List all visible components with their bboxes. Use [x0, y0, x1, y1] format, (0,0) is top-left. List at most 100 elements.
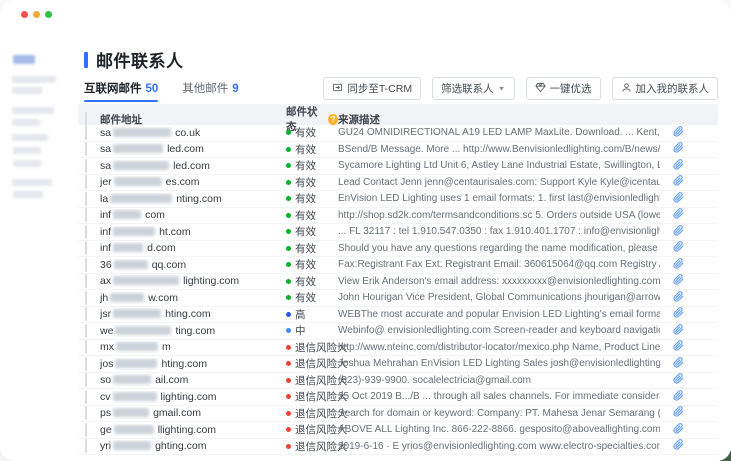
link-paperclip-icon[interactable] — [673, 406, 684, 417]
link-paperclip-icon[interactable] — [673, 126, 684, 137]
source-description-cell: 2019-6-16 · E yrios@envisionledlighting.… — [338, 441, 660, 452]
sidebar-item-blurred[interactable] — [12, 87, 42, 94]
row-checkbox[interactable] — [85, 390, 87, 404]
source-description-cell: Webinfo@ envisionledlighting.com Screen-… — [338, 325, 660, 336]
help-icon[interactable]: ? — [328, 114, 338, 125]
status-label: 有效 — [295, 191, 316, 206]
row-checkbox[interactable] — [85, 373, 87, 387]
status-label: 有效 — [295, 208, 316, 223]
sidebar-item-blurred[interactable] — [13, 147, 41, 154]
maximize-window-button[interactable] — [45, 11, 52, 18]
person-add-icon — [621, 82, 632, 96]
table-row: axlighting.com 有效 View Erik Anderson's e… — [78, 274, 718, 291]
table-row: 36qq.com 有效 Fax:Registrant Fax Ext: Regi… — [78, 257, 718, 274]
sidebar-item-blurred[interactable] — [12, 134, 48, 141]
row-checkbox[interactable] — [85, 258, 87, 272]
link-paperclip-icon[interactable] — [673, 225, 684, 236]
link-paperclip-icon[interactable] — [673, 324, 684, 335]
row-checkbox[interactable] — [85, 126, 87, 140]
sidebar-item-blurred[interactable] — [12, 119, 40, 126]
row-checkbox[interactable] — [85, 423, 87, 437]
email-status-cell: 退信风险大 — [280, 389, 338, 404]
filter-contacts-button[interactable]: 筛选联系人 ▼ — [432, 77, 514, 100]
tab-internet-mail[interactable]: 互联网邮件50 — [84, 80, 158, 102]
row-checkbox[interactable] — [85, 406, 87, 420]
link-paperclip-icon[interactable] — [673, 291, 684, 302]
row-checkbox[interactable] — [85, 192, 87, 206]
row-checkbox[interactable] — [85, 324, 87, 338]
status-label: 有效 — [295, 290, 316, 305]
email-address-cell: soail.com — [100, 374, 280, 386]
column-header-email: 邮件地址 — [100, 112, 280, 127]
table-row: gellighting.com 退信风险大 ABOVE ALL Lighting… — [78, 422, 718, 439]
tab-count: 50 — [146, 83, 159, 95]
row-checkbox[interactable] — [85, 291, 87, 305]
link-paperclip-icon[interactable] — [673, 142, 684, 153]
row-checkbox[interactable] — [85, 225, 87, 239]
status-label: 高 — [295, 307, 306, 322]
email-status-cell: 有效 — [280, 158, 338, 173]
link-paperclip-icon[interactable] — [673, 192, 684, 203]
email-address-cell: jeres.com — [100, 176, 280, 188]
row-checkbox[interactable] — [85, 340, 87, 354]
email-status-cell: 有效 — [280, 125, 338, 140]
redacted-email-blur — [114, 177, 162, 186]
main-content: 邮件联系人 互联网邮件50 其他邮件9 同步至T-CRM 筛选联系人 ▼ 一键优… — [78, 40, 718, 461]
link-paperclip-icon[interactable] — [673, 241, 684, 252]
link-paperclip-icon[interactable] — [673, 439, 684, 450]
select-all-checkbox[interactable] — [85, 112, 87, 126]
minimize-window-button[interactable] — [33, 11, 40, 18]
close-window-button[interactable] — [21, 11, 28, 18]
tab-label: 其他邮件 — [182, 83, 228, 95]
redacted-email-blur — [113, 128, 171, 137]
redacted-email-blur — [113, 161, 169, 170]
redacted-email-blur — [113, 375, 151, 384]
link-paperclip-icon[interactable] — [673, 390, 684, 401]
row-checkbox[interactable] — [85, 241, 87, 255]
row-checkbox[interactable] — [85, 274, 87, 288]
sidebar-item-blurred[interactable] — [12, 179, 52, 186]
redacted-email-blur — [115, 359, 157, 368]
table-row: jhw.com 有效 John Hourigan Vice President,… — [78, 290, 718, 307]
sidebar-item-blurred[interactable] — [12, 76, 56, 83]
row-checkbox[interactable] — [85, 357, 87, 371]
link-paperclip-icon[interactable] — [673, 208, 684, 219]
link-paperclip-icon[interactable] — [673, 307, 684, 318]
status-label: 有效 — [295, 257, 316, 272]
link-paperclip-icon[interactable] — [673, 274, 684, 285]
row-checkbox[interactable] — [85, 175, 87, 189]
link-paperclip-icon[interactable] — [673, 340, 684, 351]
link-paperclip-icon[interactable] — [673, 159, 684, 170]
row-checkbox[interactable] — [85, 142, 87, 156]
link-paperclip-icon[interactable] — [673, 258, 684, 269]
row-checkbox[interactable] — [85, 208, 87, 222]
status-dot — [286, 279, 291, 284]
table-row: jsrhting.com 高 WEBThe most accurate and … — [78, 307, 718, 324]
link-paperclip-icon[interactable] — [673, 373, 684, 384]
status-dot — [286, 328, 291, 333]
email-status-cell: 退信风险大 — [280, 439, 338, 454]
link-paperclip-icon[interactable] — [673, 423, 684, 434]
sidebar-item-blurred[interactable] — [12, 107, 54, 114]
tab-other-mail[interactable]: 其他邮件9 — [182, 80, 238, 102]
page-title: 邮件联系人 — [84, 47, 184, 72]
one-click-optimize-button[interactable]: 一键优选 — [526, 77, 601, 100]
filter-button-label: 筛选联系人 — [441, 81, 494, 96]
email-address-cell: infcom — [100, 209, 280, 221]
sync-to-tcrm-button[interactable]: 同步至T-CRM — [323, 77, 421, 100]
table-row: cvlighting.com 退信风险大 25 Oct 2019 B.../B … — [78, 389, 718, 406]
source-description-cell: ... FL 32117 : tel 1.910.547.0350 : fax … — [338, 226, 660, 237]
link-paperclip-icon[interactable] — [673, 357, 684, 368]
email-status-cell: 有效 — [280, 208, 338, 223]
add-to-my-contacts-button[interactable]: 加入我的联系人 — [612, 77, 719, 100]
source-description-cell: ABOVE ALL Lighting Inc. 866-222-8866. ge… — [338, 424, 660, 435]
table-body: saco.uk 有效 GU24 OMNIDIRECTIONAL A19 LED … — [78, 125, 718, 455]
row-checkbox[interactable] — [85, 159, 87, 173]
row-checkbox[interactable] — [85, 439, 87, 453]
sidebar-item-blurred[interactable] — [13, 160, 41, 167]
status-dot — [286, 411, 291, 416]
link-paperclip-icon[interactable] — [673, 175, 684, 186]
status-dot — [286, 213, 291, 218]
row-checkbox[interactable] — [85, 307, 87, 321]
sidebar-item-blurred[interactable] — [13, 191, 43, 198]
